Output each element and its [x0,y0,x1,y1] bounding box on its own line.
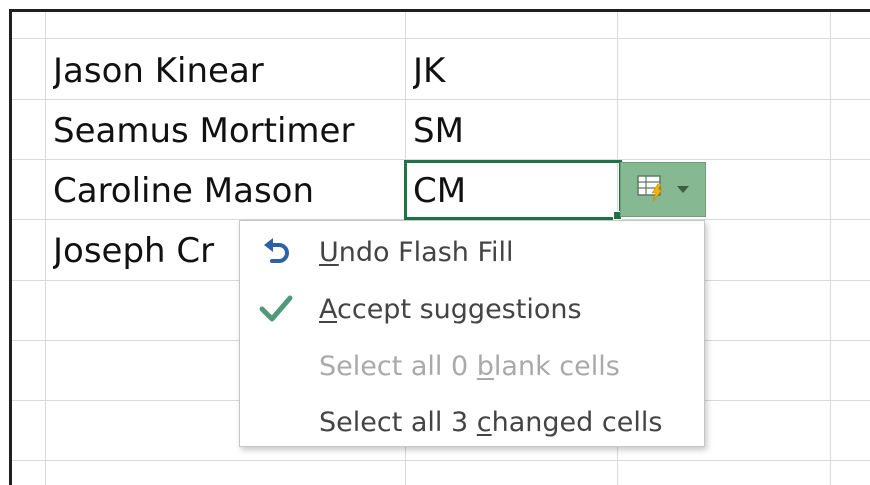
cell-initials[interactable]: SM [413,100,613,160]
flash-fill-options-button[interactable] [620,162,706,217]
cell-name[interactable]: Jason Kinear [53,40,403,100]
gridline [45,12,46,485]
flash-fill-lightning-icon [637,174,667,206]
active-cell-selection [404,160,622,220]
chevron-down-icon [677,186,689,193]
menu-item-label: Undo Flash Fill [319,236,514,268]
gridline [12,38,870,39]
gridline [12,460,870,461]
menu-item-label: Accept suggestions [319,293,582,325]
flash-fill-options-menu: Undo Flash Fill Accept suggestions Selec… [239,220,705,447]
menu-item-select-changed-cells[interactable]: Select all 3 changed cells [240,394,704,450]
cell-initials[interactable]: JK [413,40,613,100]
cell-name[interactable]: Seamus Mortimer [53,100,403,160]
checkmark-icon [258,291,294,327]
menu-item-select-blank-cells: Select all 0 blank cells [240,338,704,394]
menu-item-label: Select all 0 blank cells [319,350,620,382]
undo-arrow-icon [258,234,294,270]
gridline [830,12,831,485]
menu-item-label: Select all 3 changed cells [319,406,663,438]
menu-item-accept-suggestions[interactable]: Accept suggestions [240,281,704,337]
menu-item-undo-flash-fill[interactable]: Undo Flash Fill [240,224,704,280]
cell-name[interactable]: Caroline Mason [53,160,403,220]
